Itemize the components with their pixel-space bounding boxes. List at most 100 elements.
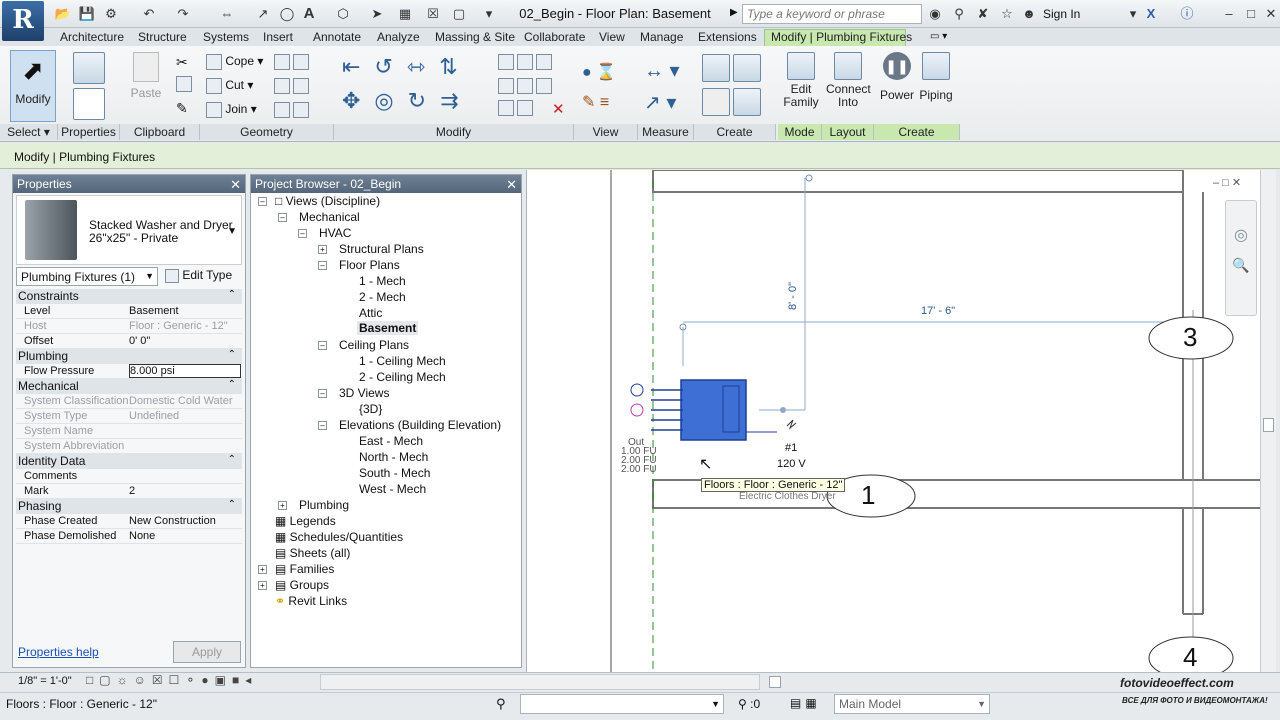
geometry-tool-2-icon[interactable]	[274, 78, 310, 94]
sign-in-button[interactable]: Sign In	[1043, 7, 1080, 21]
redo-icon[interactable]: ↷	[174, 5, 192, 22]
measure-icon[interactable]: ⇔	[218, 5, 236, 22]
tab-view[interactable]: View	[599, 30, 625, 45]
status-tool-icons[interactable]: ▤▦	[790, 696, 821, 710]
undo-icon[interactable]: ↶	[140, 5, 158, 22]
copy-icon[interactable]	[176, 76, 192, 92]
prop-flow-pressure[interactable]: Flow Pressure 8.000 psi	[16, 364, 242, 379]
tree-views-discipline[interactable]: □ Views (Discipline)	[275, 194, 380, 208]
section-icon[interactable]: ➤	[368, 5, 386, 22]
active-model-dropdown[interactable]: Main Model ▼	[834, 694, 990, 714]
delete-icon[interactable]: ✕	[552, 100, 565, 118]
prop-phase-demolished[interactable]: Phase Demolished None	[16, 529, 242, 544]
prop-phase-created[interactable]: Phase Created New Construction	[16, 514, 242, 529]
tree-legends[interactable]: ▦ Legends	[275, 514, 336, 528]
tree-mechanical[interactable]: Mechanical	[299, 210, 360, 224]
tab-modify-plumbing-fixtures[interactable]: Modify | Plumbing Fixtures	[764, 29, 912, 46]
expand-families-icon[interactable]: +	[258, 565, 267, 574]
save-icon[interactable]: 💾	[78, 5, 96, 22]
tree-south-mech[interactable]: South - Mech	[359, 466, 430, 480]
tag-icon[interactable]: ◯	[278, 5, 296, 22]
exchange-apps-icon[interactable]: X	[1142, 5, 1160, 22]
tree-attic[interactable]: Attic	[359, 306, 382, 320]
restore-icon[interactable]: □	[1242, 5, 1260, 22]
group-constraints[interactable]: Constraints ⌃	[16, 289, 242, 304]
collapse-mechanical-icon[interactable]: –	[278, 213, 287, 222]
geometry-tool-1-icon[interactable]	[274, 54, 310, 70]
override-graphics-icon[interactable]: ✎ ≡	[582, 92, 609, 112]
tree-elevations[interactable]: Elevations (Building Elevation)	[339, 418, 501, 432]
type-selector[interactable]: Stacked Washer and Dryer 26"x25" - Priva…	[16, 195, 242, 265]
sign-in-dropdown-icon[interactable]: ▾	[1124, 5, 1142, 22]
communication-icon[interactable]: ✘	[974, 5, 992, 22]
drawing-canvas[interactable]: 8' - 0" 17' - 6" 3 1 4 #1 120 V Out 1.00…	[526, 170, 1261, 672]
thin-lines-icon[interactable]: ▦	[396, 5, 414, 22]
collapse-ceiling-plans-icon[interactable]: –	[318, 341, 327, 350]
search-input[interactable]: Type a keyword or phrase	[742, 4, 922, 24]
tab-massing-site[interactable]: Massing & Site	[435, 30, 515, 45]
tree-1-ceiling-mech[interactable]: 1 - Ceiling Mech	[359, 354, 446, 368]
tree-families[interactable]: ▤ Families	[275, 562, 334, 576]
tab-insert[interactable]: Insert	[263, 30, 293, 45]
piping-button[interactable]: Piping	[918, 52, 954, 112]
text-icon[interactable]: A	[300, 5, 318, 22]
application-menu-button[interactable]: R	[2, 1, 44, 41]
prop-comments[interactable]: Comments	[16, 469, 242, 484]
steering-wheel-icon[interactable]: ◎	[1226, 225, 1256, 245]
scrollbar-thumb[interactable]	[1263, 418, 1274, 432]
match-type-icon[interactable]: ✎	[176, 100, 188, 117]
tree-1-mech[interactable]: 1 - Mech	[359, 274, 406, 288]
properties-help-link[interactable]: Properties help	[18, 645, 99, 659]
tree-floor-plans[interactable]: Floor Plans	[339, 258, 400, 272]
create-group-icon[interactable]	[702, 54, 762, 85]
tree-sheets[interactable]: ▤ Sheets (all)	[275, 546, 350, 560]
prop-mark[interactable]: Mark 2	[16, 484, 242, 499]
expand-groups-icon[interactable]: +	[258, 581, 267, 590]
collapse-3d-views-icon[interactable]: –	[318, 389, 327, 398]
aligned-dimension-icon[interactable]: ↗	[254, 5, 272, 22]
properties-button[interactable]	[66, 52, 112, 124]
tab-annotate[interactable]: Annotate	[313, 30, 361, 45]
tree-3d[interactable]: {3D}	[359, 402, 382, 416]
panel-select[interactable]: Select ▾	[0, 124, 58, 140]
tree-schedules[interactable]: ▦ Schedules/Quantities	[275, 530, 403, 544]
view-window-controls-icon[interactable]: – □ ✕	[1213, 176, 1241, 189]
tree-revit-links[interactable]: ⚭ Revit Links	[275, 594, 347, 608]
connect-into-button[interactable]: Connect Into	[826, 52, 871, 122]
view-control-icons[interactable]: □▢☼☺☒☐⚬●▣■◂	[86, 673, 257, 687]
tree-west-mech[interactable]: West - Mech	[359, 482, 426, 496]
expand-structural-plans-icon[interactable]: +	[318, 245, 327, 254]
view-scale[interactable]: 1/8" = 1'-0"	[18, 675, 72, 687]
minimize-icon[interactable]: –	[1220, 5, 1238, 22]
sync-icon[interactable]: ⚙	[102, 5, 120, 22]
group-identity-data[interactable]: Identity Data ⌃	[16, 454, 242, 469]
tree-groups[interactable]: ▤ Groups	[275, 578, 329, 592]
tab-structure[interactable]: Structure	[138, 30, 187, 45]
cope-button[interactable]: Cope ▾	[206, 54, 263, 70]
close-hidden-icon[interactable]: ☒	[424, 5, 442, 22]
array-tools-icon[interactable]	[498, 78, 553, 94]
properties-close-icon[interactable]: ✕	[230, 177, 241, 193]
tab-extensions[interactable]: Extensions	[698, 30, 757, 45]
hide-bulb-icon[interactable]: ● ⌛	[582, 62, 616, 82]
3d-view-icon[interactable]: ⬡	[334, 5, 352, 22]
measure-between-icon[interactable]: ↔ ▾	[644, 58, 680, 83]
worksets-icon[interactable]: ⚲	[496, 696, 506, 712]
edit-type-button[interactable]: Edit Type	[163, 266, 241, 286]
modify-button[interactable]: ⬈ Modify	[10, 50, 56, 122]
tree-north-mech[interactable]: North - Mech	[359, 450, 428, 464]
favorites-icon[interactable]: ☆	[998, 5, 1016, 22]
h-scrollbar-thumb[interactable]	[769, 676, 781, 688]
tree-ceiling-plans[interactable]: Ceiling Plans	[339, 338, 409, 352]
tree-3d-views[interactable]: 3D Views	[339, 386, 389, 400]
prop-level[interactable]: Level Basement	[16, 304, 242, 319]
join-button[interactable]: Join ▾	[206, 102, 257, 118]
modify-tools-row-2-icon[interactable]: ✥◎↻⇉	[342, 88, 473, 114]
element-filter-dropdown[interactable]: Plumbing Fixtures (1) ▼	[16, 267, 158, 286]
tab-manage[interactable]: Manage	[640, 30, 683, 45]
vertical-scrollbar[interactable]	[1260, 170, 1276, 672]
open-icon[interactable]: 📂	[54, 5, 72, 22]
dimension-vertical-value[interactable]: 8' - 0"	[787, 282, 799, 310]
tree-2-mech[interactable]: 2 - Mech	[359, 290, 406, 304]
dimension-icon[interactable]: ↗ ▾	[644, 90, 676, 115]
